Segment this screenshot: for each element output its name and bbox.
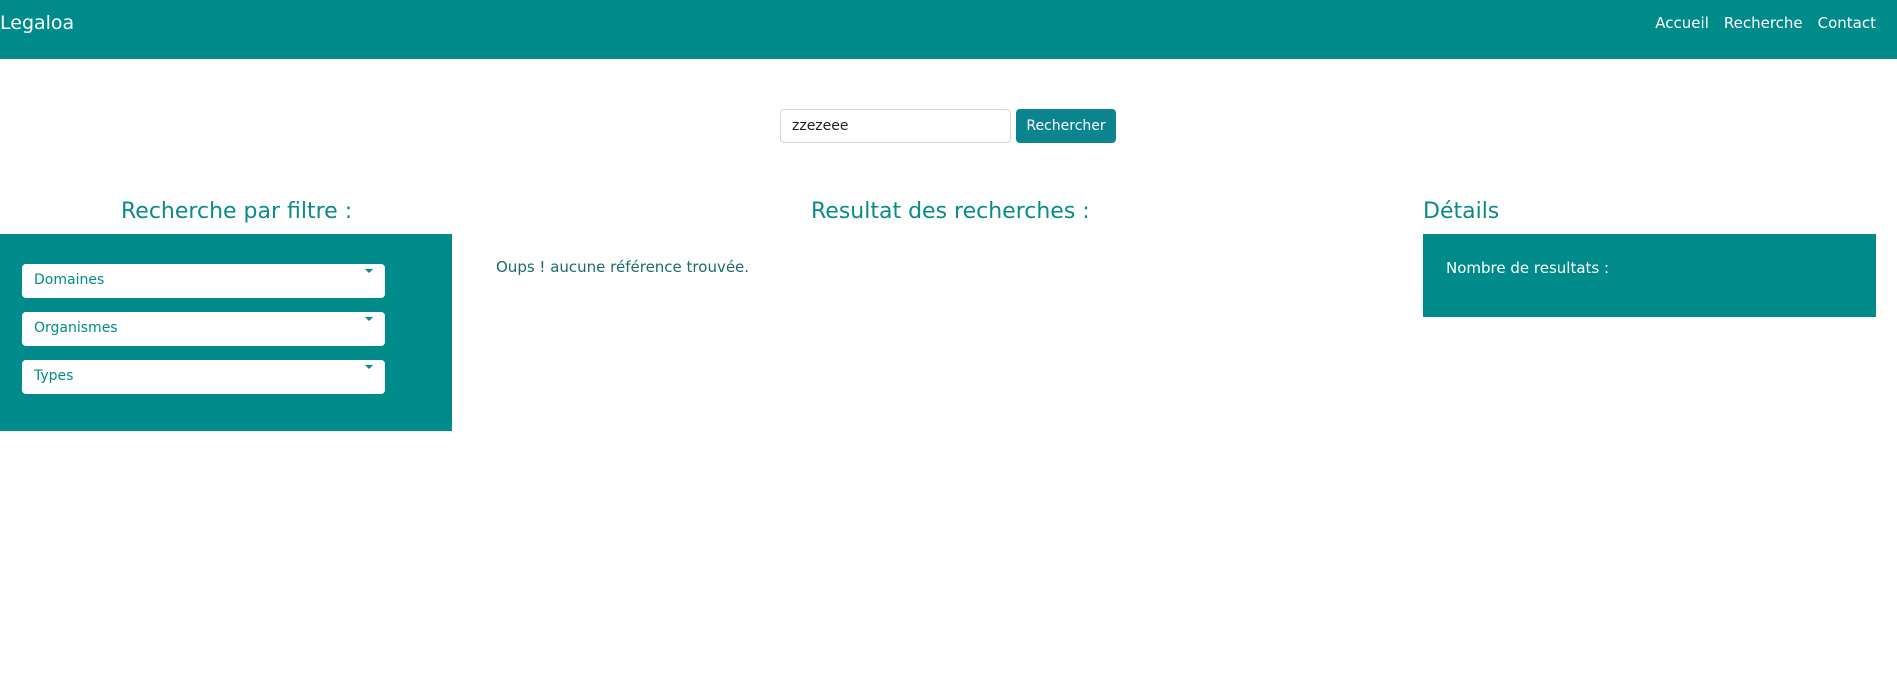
caret-down-icon — [365, 365, 373, 369]
nav-link-accueil[interactable]: Accueil — [1655, 14, 1709, 32]
caret-down-icon — [365, 317, 373, 321]
dropdown-label: Organismes — [34, 320, 118, 336]
results-count-label: Nombre de resultats : — [1446, 259, 1610, 277]
nav-links: Accueil Recherche Contact — [1655, 14, 1876, 32]
search-input[interactable] — [780, 109, 1011, 143]
results-section-title: Resultat des recherches : — [811, 199, 1090, 224]
types-dropdown[interactable]: Types — [22, 360, 385, 394]
nav-link-contact[interactable]: Contact — [1818, 14, 1876, 32]
caret-down-icon — [365, 269, 373, 273]
dropdown-label: Types — [34, 368, 74, 384]
brand-logo[interactable]: Legaloa — [0, 11, 74, 35]
domaines-dropdown[interactable]: Domaines — [22, 264, 385, 298]
navbar: Legaloa Accueil Recherche Contact — [0, 0, 1897, 59]
search-button[interactable]: Rechercher — [1016, 109, 1116, 143]
details-panel: Nombre de resultats : — [1423, 234, 1876, 317]
no-results-message: Oups ! aucune référence trouvée. — [496, 258, 750, 276]
search-bar: Rechercher — [780, 109, 1116, 143]
details-section-title: Détails — [1423, 199, 1500, 224]
nav-link-recherche[interactable]: Recherche — [1724, 14, 1803, 32]
filter-section-title: Recherche par filtre : — [121, 199, 353, 224]
filter-panel: Domaines Organismes Types — [0, 234, 452, 431]
dropdown-label: Domaines — [34, 272, 105, 288]
organismes-dropdown[interactable]: Organismes — [22, 312, 385, 346]
